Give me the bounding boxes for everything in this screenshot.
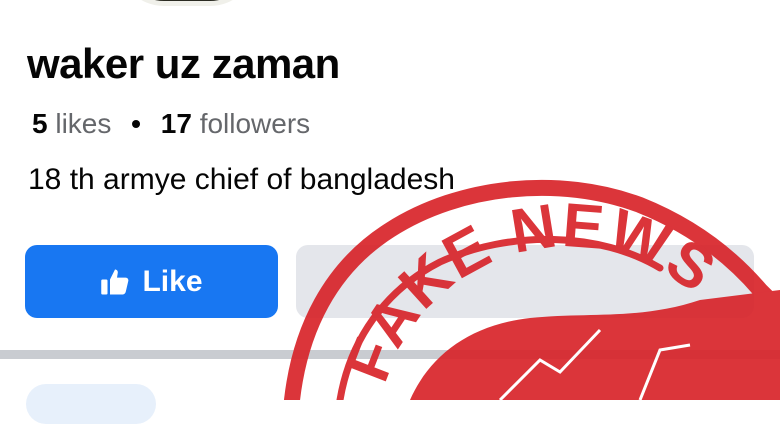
secondary-action-button[interactable] — [296, 245, 754, 318]
likes-count: 5 — [32, 108, 48, 139]
page-name: waker uz zaman — [27, 40, 340, 87]
followers-label[interactable]: followers — [200, 108, 310, 139]
stats-separator: • — [131, 108, 141, 139]
likes-label[interactable]: likes — [55, 108, 111, 139]
profile-avatar[interactable] — [118, 0, 256, 6]
thumbs-up-icon — [101, 269, 129, 294]
followers-count: 17 — [160, 108, 192, 139]
like-button-label: Like — [142, 264, 203, 298]
page-stats: 5 likes • 17 followers — [32, 108, 310, 140]
page-bio: 18 th armye chief of bangladesh — [28, 163, 455, 196]
stamp-crack — [498, 328, 691, 400]
section-divider — [0, 350, 780, 359]
tab-chip[interactable] — [26, 384, 156, 424]
like-button[interactable]: Like — [25, 245, 278, 318]
